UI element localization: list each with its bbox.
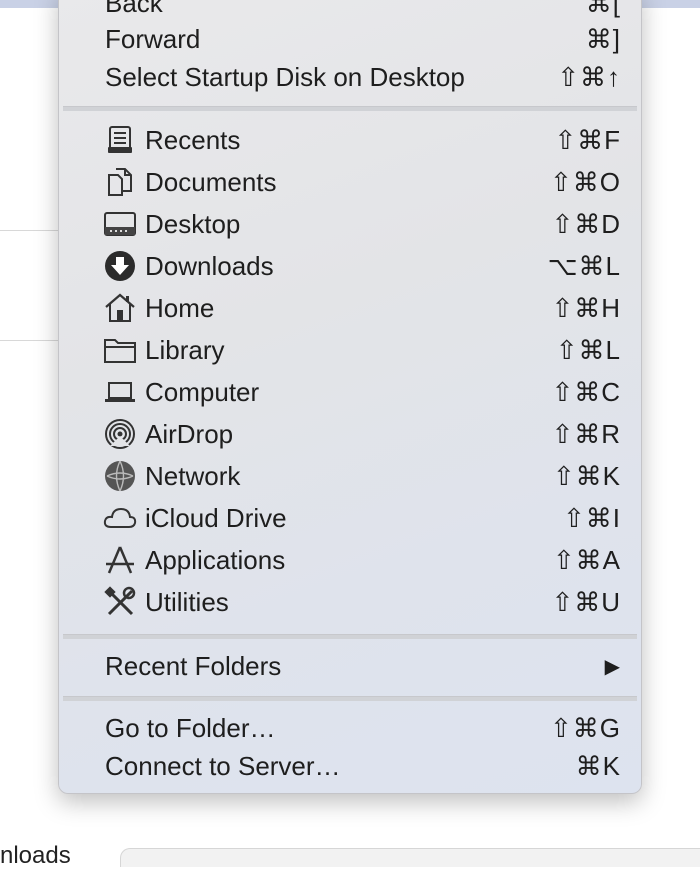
menu-item-desktop[interactable]: Desktop ⇧⌘D <box>59 205 641 243</box>
menu-item-shortcut: ⇧⌘U <box>551 586 621 617</box>
menu-item-shortcut: ⇧⌘I <box>562 502 621 533</box>
menu-item-shortcut: ⇧⌘H <box>551 292 621 323</box>
menu-item-label: Back <box>105 0 163 18</box>
menu-item-go-to-folder[interactable]: Go to Folder… ⇧⌘G <box>59 709 641 747</box>
menu-item-home[interactable]: Home ⇧⌘H <box>59 289 641 327</box>
menu-item-label: Network <box>145 460 241 491</box>
library-folder-icon <box>103 333 137 367</box>
menu-item-label: Library <box>145 334 225 365</box>
menu-item-label: Go to Folder… <box>105 712 276 743</box>
menu-item-shortcut: ⇧⌘↑ <box>557 61 621 92</box>
menu-item-back[interactable]: Back ⌘[ <box>59 0 641 22</box>
documents-icon <box>103 165 137 199</box>
menu-item-label: Select Startup Disk on Desktop <box>105 61 465 92</box>
menu-item-shortcut: ⌘[ <box>585 0 621 18</box>
menu-item-label: Documents <box>145 166 277 197</box>
background-window-pane <box>120 848 700 867</box>
menu-item-airdrop[interactable]: AirDrop ⇧⌘R <box>59 415 641 453</box>
menu-item-computer[interactable]: Computer ⇧⌘C <box>59 373 641 411</box>
menu-item-library[interactable]: Library ⇧⌘L <box>59 331 641 369</box>
menu-item-shortcut: ⇧⌘C <box>551 376 621 407</box>
menu-item-network[interactable]: Network ⇧⌘K <box>59 457 641 495</box>
menu-item-shortcut: ⇧⌘O <box>549 166 621 197</box>
menu-item-shortcut: ⇧⌘R <box>551 418 621 449</box>
network-globe-icon <box>103 459 137 493</box>
utilities-tools-icon <box>103 585 137 619</box>
applications-icon <box>103 543 137 577</box>
menu-item-shortcut: ⇧⌘F <box>554 124 621 155</box>
computer-icon <box>103 375 137 409</box>
airdrop-icon <box>103 417 137 451</box>
menu-item-recent-folders[interactable]: Recent Folders ▶ <box>59 647 641 685</box>
go-menu: Back ⌘[ Forward ⌘] Select Startup Disk o… <box>58 0 642 794</box>
menu-item-icloud-drive[interactable]: iCloud Drive ⇧⌘I <box>59 499 641 537</box>
menu-item-label: Connect to Server… <box>105 750 341 781</box>
menu-item-shortcut: ⇧⌘D <box>551 208 621 239</box>
menu-item-shortcut: ⇧⌘K <box>552 460 621 491</box>
menu-separator <box>63 106 637 111</box>
menu-item-label: Home <box>145 292 215 323</box>
menu-item-label: Downloads <box>145 250 274 281</box>
menu-item-label: Applications <box>145 544 286 575</box>
menu-item-label: AirDrop <box>145 418 234 449</box>
menu-item-connect-to-server[interactable]: Connect to Server… ⌘K <box>59 747 641 785</box>
menu-item-shortcut: ⌥⌘L <box>547 250 621 281</box>
menu-item-shortcut: ⇧⌘A <box>552 544 621 575</box>
recents-icon <box>103 123 137 157</box>
menu-item-documents[interactable]: Documents ⇧⌘O <box>59 163 641 201</box>
menu-item-recents[interactable]: Recents ⇧⌘F <box>59 121 641 159</box>
menu-item-downloads[interactable]: Downloads ⌥⌘L <box>59 247 641 285</box>
menu-item-shortcut: ⌘K <box>575 750 621 781</box>
background-divider <box>0 230 58 231</box>
menu-item-label: Desktop <box>145 208 241 239</box>
menu-item-label: Recents <box>145 124 241 155</box>
submenu-arrow-icon: ▶ <box>604 655 621 678</box>
desktop-icon <box>103 207 137 241</box>
menu-item-label: Computer <box>145 376 260 407</box>
menu-item-shortcut: ⇧⌘L <box>555 334 621 365</box>
menu-item-applications[interactable]: Applications ⇧⌘A <box>59 541 641 579</box>
menu-item-label: Utilities <box>145 586 229 617</box>
menu-item-select-startup-disk[interactable]: Select Startup Disk on Desktop ⇧⌘↑ <box>59 58 641 96</box>
home-icon <box>103 291 137 325</box>
menu-item-utilities[interactable]: Utilities ⇧⌘U <box>59 583 641 621</box>
menu-item-label: Forward <box>105 23 201 54</box>
downloads-icon <box>103 249 137 283</box>
menu-item-shortcut: ⌘] <box>585 23 621 54</box>
cloud-icon <box>103 501 137 535</box>
menu-separator <box>63 696 637 701</box>
menu-separator <box>63 634 637 639</box>
background-divider <box>0 340 58 341</box>
menu-item-shortcut: ⇧⌘G <box>549 712 621 743</box>
menu-item-forward[interactable]: Forward ⌘] <box>59 20 641 58</box>
menu-item-label: iCloud Drive <box>145 502 287 533</box>
menu-item-label: Recent Folders <box>105 650 282 681</box>
